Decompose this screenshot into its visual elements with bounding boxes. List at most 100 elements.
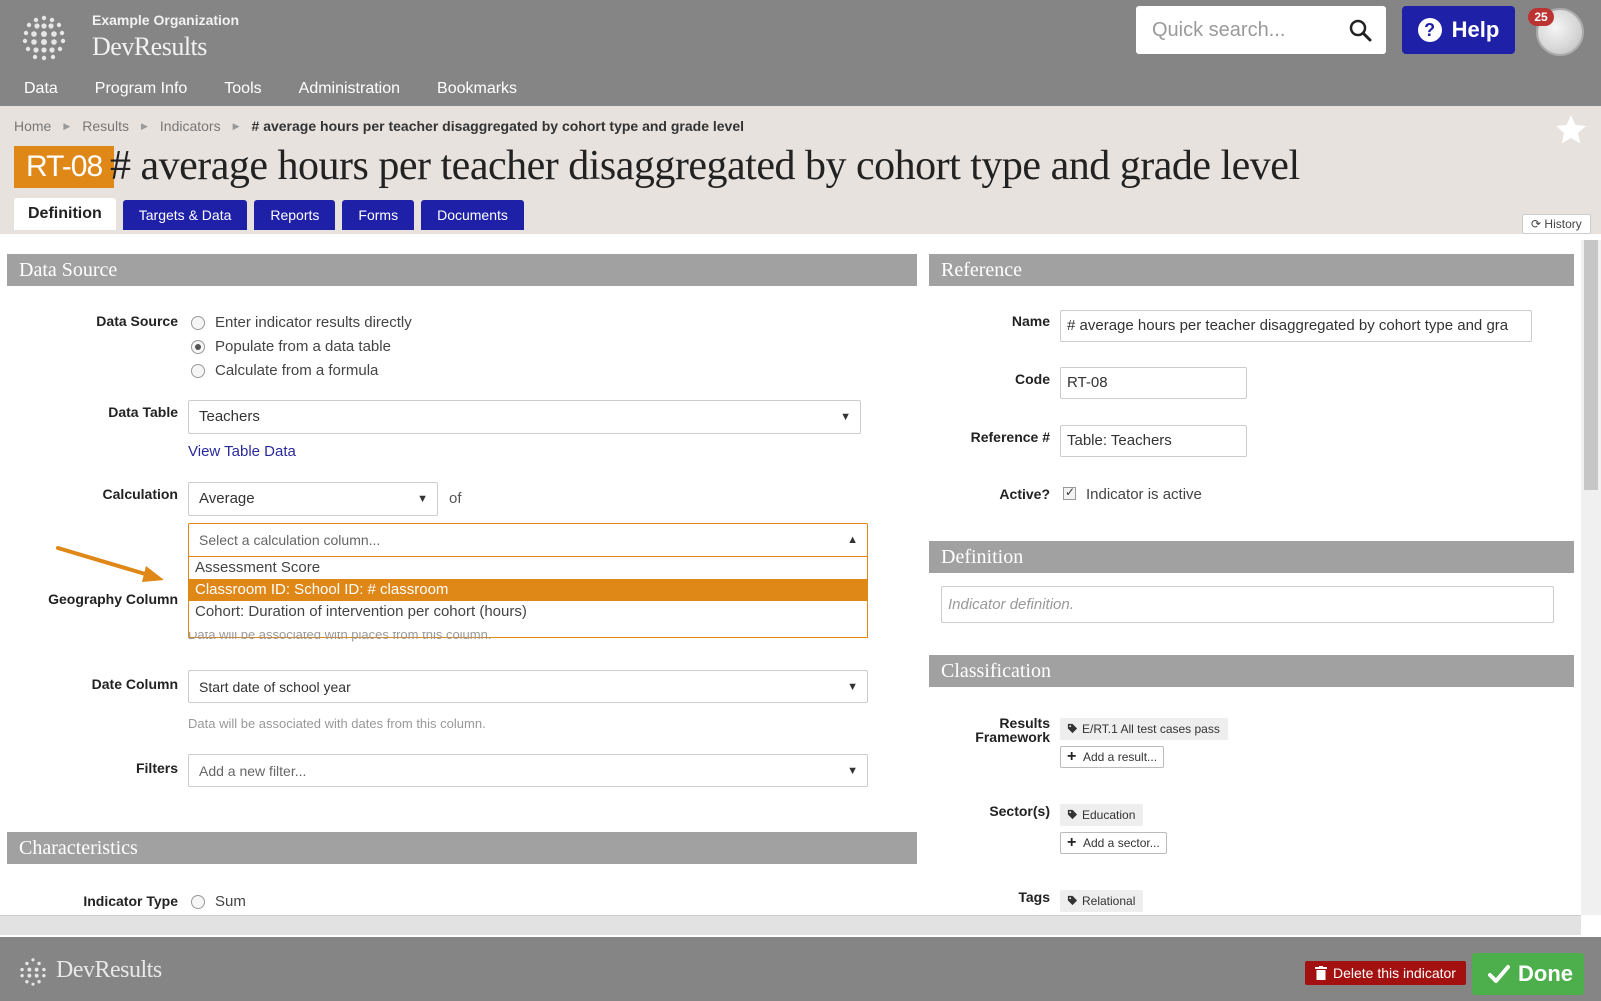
nav-administration[interactable]: Administration: [299, 80, 400, 98]
nav-bookmarks[interactable]: Bookmarks: [437, 80, 517, 98]
option-assessment-score[interactable]: Assessment Score: [189, 557, 867, 579]
notification-badge[interactable]: 25: [1528, 8, 1554, 26]
history-label: History: [1544, 217, 1582, 231]
of-text: of: [449, 490, 462, 507]
tab-targets-data[interactable]: Targets & Data: [122, 200, 248, 230]
radio-label: Sum: [215, 893, 246, 910]
active-label: Active?: [999, 486, 1050, 502]
horizontal-scrollbar[interactable]: [0, 915, 1581, 935]
caret-down-icon: ▼: [840, 411, 851, 423]
tab-documents[interactable]: Documents: [421, 200, 524, 230]
help-button[interactable]: ? Help: [1402, 6, 1515, 54]
scrollbar-thumb[interactable]: [1584, 240, 1598, 490]
breadcrumb-results[interactable]: Results: [82, 118, 129, 134]
add-result-button[interactable]: + Add a result...: [1060, 746, 1165, 768]
radio-label: Calculate from a formula: [215, 362, 379, 379]
code-input[interactable]: RT-08: [1060, 367, 1247, 399]
plus-icon: +: [1067, 834, 1077, 851]
calculation-select[interactable]: Average ▼: [188, 482, 438, 516]
vertical-scrollbar[interactable]: [1581, 240, 1601, 915]
radio-button[interactable]: [191, 363, 205, 378]
nav-program-info[interactable]: Program Info: [95, 80, 187, 98]
search-icon[interactable]: [1348, 18, 1372, 42]
annotation-arrow-icon: [56, 546, 164, 582]
calculation-value: Average: [199, 490, 255, 507]
geography-hint: Data will be associated with places from…: [188, 632, 492, 642]
option-classroom-id[interactable]: Classroom ID: School ID: # classroom: [189, 579, 867, 601]
filters-select[interactable]: Add a new filter... ▼: [188, 754, 868, 787]
active-checkbox[interactable]: [1063, 485, 1076, 500]
history-button[interactable]: ⟳ History: [1522, 214, 1591, 234]
history-icon: ⟳: [1531, 217, 1542, 231]
delete-label: Delete this indicator: [1333, 965, 1456, 981]
nav-data[interactable]: Data: [24, 80, 58, 98]
app-name[interactable]: DevResults: [92, 32, 207, 62]
quick-search[interactable]: [1136, 6, 1386, 54]
caret-down-icon: ▼: [847, 765, 858, 777]
radio-sum[interactable]: Sum: [191, 893, 246, 910]
breadcrumb-separator-icon: ▶: [232, 120, 240, 131]
radio-button[interactable]: [191, 315, 205, 330]
name-label: Name: [1011, 313, 1050, 329]
radio-populate-table[interactable]: Populate from a data table: [191, 338, 391, 355]
data-source-label: Data Source: [96, 313, 178, 329]
radio-calculate-formula[interactable]: Calculate from a formula: [191, 362, 378, 379]
caret-down-icon: ▼: [417, 493, 428, 505]
tab-forms[interactable]: Forms: [342, 200, 415, 230]
results-tag-label: E/RT.1 All test cases pass: [1082, 722, 1220, 736]
radio-label: Enter indicator results directly: [215, 314, 412, 331]
quick-search-input[interactable]: [1136, 18, 1336, 42]
top-header: Example Organization DevResults ? Help 2…: [0, 0, 1601, 106]
tab-bar: Definition Targets & Data Reports Forms …: [14, 198, 524, 230]
trash-icon: [1315, 966, 1327, 980]
radio-button[interactable]: [191, 894, 205, 909]
active-text: Indicator is active: [1086, 486, 1202, 503]
tab-reports[interactable]: Reports: [254, 200, 336, 230]
breadcrumb-home[interactable]: Home: [14, 118, 51, 134]
breadcrumb: Home ▶ Results ▶ Indicators ▶ # average …: [14, 118, 744, 134]
tag-icon: [1067, 723, 1078, 734]
radio-button-selected[interactable]: [191, 339, 205, 354]
characteristics-heading: Characteristics: [7, 832, 917, 864]
geography-column-label: Geography Column: [48, 591, 178, 607]
delete-indicator-button[interactable]: Delete this indicator: [1305, 961, 1466, 985]
done-button[interactable]: Done: [1472, 953, 1584, 995]
indicator-code-badge: RT-08: [14, 146, 115, 188]
code-label: Code: [1015, 371, 1050, 387]
tag-relational-label: Relational: [1082, 894, 1136, 908]
radio-enter-directly[interactable]: Enter indicator results directly: [191, 314, 412, 331]
reference-number-label: Reference #: [970, 429, 1050, 445]
breadcrumb-indicators[interactable]: Indicators: [160, 118, 221, 134]
add-sector-button[interactable]: + Add a sector...: [1060, 832, 1167, 854]
calculation-column-options: Assessment Score Classroom ID: School ID…: [188, 556, 868, 638]
date-column-select[interactable]: Start date of school year ▼: [188, 670, 868, 703]
view-table-data-link[interactable]: View Table Data: [188, 443, 296, 460]
nav-tools[interactable]: Tools: [224, 80, 261, 98]
globe-logo-icon: [20, 958, 46, 986]
add-sector-label: Add a sector...: [1083, 836, 1160, 850]
question-icon: ?: [1417, 18, 1442, 42]
add-result-label: Add a result...: [1083, 750, 1158, 764]
page-title: # average hours per teacher disaggregate…: [110, 143, 1300, 189]
sector-tag-label: Education: [1082, 808, 1136, 822]
results-tag[interactable]: E/RT.1 All test cases pass: [1060, 718, 1228, 740]
date-column-value: Start date of school year: [199, 679, 351, 695]
bookmark-star-icon[interactable]: [1553, 112, 1589, 148]
data-table-select[interactable]: Teachers ▼: [188, 400, 861, 434]
data-source-heading: Data Source: [7, 254, 917, 286]
reference-number-input[interactable]: Table: Teachers: [1060, 425, 1247, 457]
sector-tag[interactable]: Education: [1060, 804, 1144, 826]
sectors-label: Sector(s): [989, 803, 1050, 819]
definition-input[interactable]: Indicator definition.: [941, 586, 1554, 623]
definition-placeholder: Indicator definition.: [948, 596, 1074, 613]
caret-down-icon: ▼: [847, 681, 858, 693]
tab-definition[interactable]: Definition: [14, 198, 116, 230]
calculation-column-select[interactable]: Select a calculation column... ▲: [188, 523, 868, 557]
option-cohort-duration[interactable]: Cohort: Duration of intervention per coh…: [189, 601, 867, 623]
name-input[interactable]: # average hours per teacher disaggregate…: [1060, 310, 1532, 342]
tags-label: Tags: [1018, 889, 1050, 905]
results-framework-label: Results Framework: [940, 716, 1050, 744]
page-header: Home ▶ Results ▶ Indicators ▶ # average …: [0, 106, 1601, 234]
tag-relational[interactable]: Relational: [1060, 890, 1144, 912]
globe-logo-icon[interactable]: [16, 10, 72, 66]
